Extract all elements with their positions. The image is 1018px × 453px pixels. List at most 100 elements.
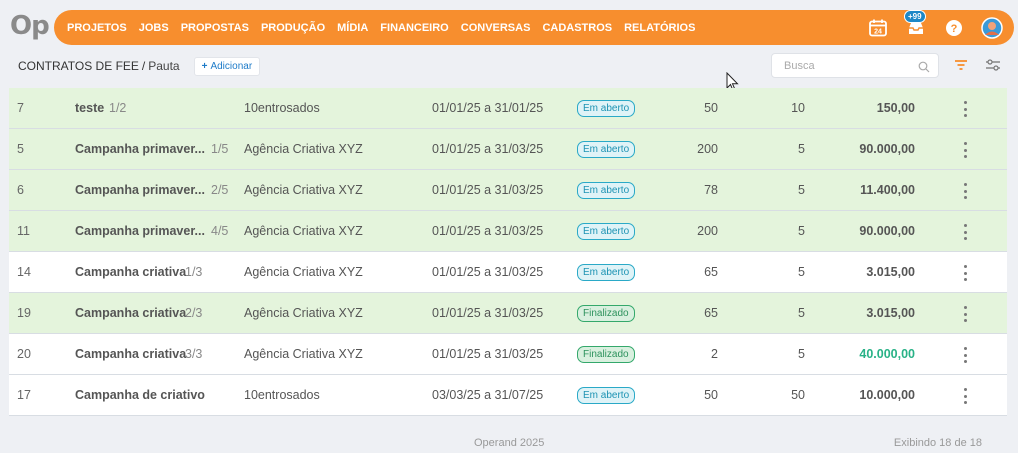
row-period: 01/01/25 a 31/03/25 [432,142,544,156]
row-client: Agência Criativa XYZ [244,224,363,238]
row-client: Agência Criativa XYZ [244,306,363,320]
footer-record-count: Exibindo 18 de 18 [893,437,982,449]
row-quantity: 50 [704,388,718,402]
table-row[interactable]: 11 Campanha primaver... 4/5 Agência Criativ… [9,211,1007,252]
search-input[interactable] [784,59,914,72]
row-quantity: 200 [697,142,718,156]
inbox-icon[interactable]: +99 [904,9,928,40]
row-count: 5 [798,347,805,361]
contracts-table: 7 teste 1/2 10entrosados 01/01/25 a 31/01/25… [9,88,1007,416]
row-period: 01/01/25 a 31/03/25 [432,224,544,238]
row-client: Agência Criativa XYZ [244,347,363,361]
row-name[interactable]: Campanha primaver... [75,142,205,156]
row-id: 7 [17,101,24,115]
breadcrumb-separator: / [141,59,146,73]
row-name[interactable]: Campanha criativa [75,306,186,320]
nav-item[interactable]: FINANCEIRO [380,22,448,34]
add-button-label: Adicionar [210,60,253,72]
nav-item[interactable]: MÍDIA [337,22,368,34]
row-period: 01/01/25 a 31/03/25 [432,306,544,320]
row-id: 20 [17,347,31,361]
row-value: 150,00 [876,101,915,115]
page-header: CONTRATOS DE FEE / Pauta + Adicionar [18,56,261,76]
table-row[interactable]: 17 Campanha de criativo 10entrosados 03/03/… [9,375,1007,416]
row-id: 6 [17,183,24,197]
row-name[interactable]: Campanha criativa [75,265,186,279]
row-period: 01/01/25 a 31/01/25 [432,101,544,115]
table-row[interactable]: 20 Campanha criativa 3/3 Agência Criativa X… [9,334,1007,375]
more-vertical-icon[interactable] [959,224,971,240]
row-client: 10entrosados [244,388,320,402]
row-name[interactable]: Campanha de criativo [75,388,205,402]
row-count: 50 [791,388,805,402]
row-id: 11 [17,224,30,238]
table-row[interactable]: 6 Campanha primaver... 2/5 Agência Criativa… [9,170,1007,211]
row-count: 5 [798,306,805,320]
nav-item[interactable]: PROJETOS [67,22,127,34]
more-vertical-icon[interactable] [959,101,971,117]
row-id: 5 [17,142,24,156]
breadcrumb-current[interactable]: Pauta [148,59,179,73]
filter-icon[interactable] [954,58,968,77]
row-period: 01/01/25 a 31/03/25 [432,183,544,197]
table-row[interactable]: 14 Campanha criativa 1/3 Agência Criativa X… [9,252,1007,293]
avatar[interactable] [980,16,1004,40]
search-box [771,53,939,78]
row-period: 01/01/25 a 31/03/25 [432,265,544,279]
footer-copyright: Operand 2025 [474,437,545,449]
row-value: 90.000,00 [859,142,915,156]
row-count: 5 [798,224,805,238]
row-count: 5 [798,265,805,279]
row-name[interactable]: Campanha primaver... [75,224,205,238]
row-value: 90.000,00 [859,224,915,238]
nav-item[interactable]: CONVERSAS [461,22,531,34]
table-row[interactable]: 7 teste 1/2 10entrosados 01/01/25 a 31/01/25… [9,88,1007,129]
more-vertical-icon[interactable] [959,306,971,322]
calendar-day: 24 [874,28,882,35]
row-value: 3.015,00 [866,265,915,279]
nav-item[interactable]: CADASTROS [542,22,612,34]
help-icon[interactable]: ? [942,16,966,40]
row-client: 10entrosados [244,101,320,115]
more-vertical-icon[interactable] [959,388,971,404]
status-badge: Em aberto [577,181,636,199]
row-part: 1/3 [185,265,203,279]
row-quantity: 78 [704,183,718,197]
table-row[interactable]: 5 Campanha primaver... 1/5 Agência Criativa… [9,129,1007,170]
nav-item[interactable]: RELATÓRIOS [624,22,695,34]
nav-item[interactable]: JOBS [139,22,169,34]
row-client: Agência Criativa XYZ [244,265,363,279]
top-navbar: PROJETOS JOBS PROPOSTAS PRODUÇÃO MÍDIA FINANC… [54,9,1014,45]
row-part: 4/5 [211,224,229,238]
sliders-icon[interactable] [985,58,1001,77]
app-logo[interactable]: Op [10,11,50,41]
row-part: 2/5 [211,183,229,197]
row-name[interactable]: Campanha primaver... [75,183,205,197]
row-quantity: 65 [704,306,718,320]
status-badge: Em aberto [577,222,636,240]
more-vertical-icon[interactable] [959,142,971,158]
row-count: 5 [798,183,805,197]
more-vertical-icon[interactable] [959,347,971,363]
calendar-icon[interactable]: 24 [866,16,890,40]
row-name[interactable]: teste [75,101,104,115]
row-quantity: 65 [704,265,718,279]
notifications-badge: +99 [904,9,926,23]
row-name[interactable]: Campanha criativa [75,347,186,361]
more-vertical-icon[interactable] [959,265,971,281]
row-part: 2/3 [185,306,203,320]
nav-item[interactable]: PRODUÇÃO [261,22,325,34]
nav-item[interactable]: PROPOSTAS [181,22,249,34]
status-badge: Em aberto [577,99,636,117]
row-value: 11.400,00 [860,183,915,197]
row-count: 5 [798,142,805,156]
status-badge: Finalizado [577,304,635,322]
nav-icons: 24 +99 ? [852,9,1004,45]
search-icon[interactable] [918,60,930,78]
table-row[interactable]: 19 Campanha criativa 2/3 Agência Criativa X… [9,293,1007,334]
add-button[interactable]: + Adicionar [193,56,261,76]
more-vertical-icon[interactable] [959,183,971,199]
row-quantity: 50 [704,101,718,115]
row-id: 19 [17,306,31,320]
svg-text:?: ? [951,23,958,35]
